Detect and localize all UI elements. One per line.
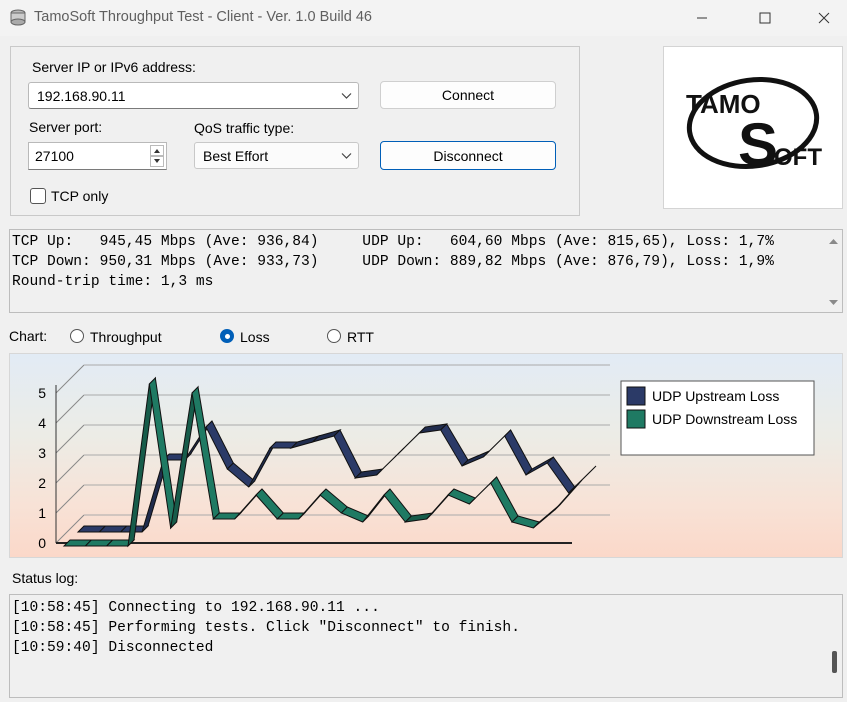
rtt-radio[interactable] <box>327 329 341 343</box>
maximize-icon <box>759 12 771 24</box>
log-line-2: [10:58:45] Performing tests. Click "Disc… <box>12 620 520 636</box>
server-address-value: 192.168.90.11 <box>37 87 126 104</box>
scroll-up-icon[interactable] <box>829 239 838 244</box>
chevron-down-icon[interactable] <box>341 92 352 99</box>
throughput-radio[interactable] <box>70 329 84 343</box>
legend-entry: UDP Upstream Loss <box>652 388 779 404</box>
maximize-button[interactable] <box>736 0 794 36</box>
results-line-2: TCP Down: 950,31 Mbps (Ave: 933,73) UDP … <box>12 254 774 270</box>
legend-swatch <box>626 409 646 429</box>
series-0-segment <box>333 429 362 479</box>
series-1-segment <box>191 385 220 521</box>
tcp-only-checkbox[interactable] <box>30 188 46 204</box>
grid-diagonal <box>55 394 85 424</box>
server-port-input[interactable]: 27100 <box>28 142 167 170</box>
chevron-down-icon[interactable] <box>341 152 352 159</box>
grid-diagonal <box>55 484 85 514</box>
port-spinner[interactable] <box>150 145 164 167</box>
tcp-only-label: TCP only <box>51 188 109 204</box>
server-address-label: Server IP or IPv6 address: <box>32 59 196 75</box>
minimize-button[interactable] <box>673 0 731 36</box>
status-log-label: Status log: <box>12 570 79 586</box>
series-1-segment <box>319 488 349 514</box>
series-1-segment <box>383 488 413 523</box>
throughput-radio-label[interactable]: Throughput <box>90 329 162 345</box>
app-icon <box>10 9 26 27</box>
y-tick-label: 0 <box>38 535 46 551</box>
server-address-combobox[interactable]: 192.168.90.11 <box>28 82 359 109</box>
logo-text-oft: OFT <box>774 144 822 171</box>
qos-value: Best Effort <box>203 147 269 164</box>
loss-radio-label[interactable]: Loss <box>240 329 270 345</box>
chart-label: Chart: <box>9 328 48 344</box>
tamosoft-logo: TAMO S OFT <box>663 46 843 209</box>
y-tick-label: 2 <box>38 475 46 491</box>
series-0-segment <box>248 441 277 488</box>
qos-combobox[interactable]: Best Effort <box>194 142 359 169</box>
log-line-1: [10:58:45] Connecting to 192.168.90.11 .… <box>12 600 380 616</box>
status-log-box[interactable]: [10:58:45] Connecting to 192.168.90.11 .… <box>9 594 843 698</box>
connect-button[interactable]: Connect <box>380 81 556 109</box>
server-port-value: 27100 <box>35 148 74 164</box>
loss-radio[interactable] <box>220 329 234 343</box>
results-scrollbar[interactable] <box>825 230 842 312</box>
series-0-segment <box>546 456 576 494</box>
results-line-3: Round-trip time: 1,3 ms <box>12 274 214 290</box>
qos-label: QoS traffic type: <box>194 120 295 136</box>
log-line-3: [10:59:40] Disconnected <box>12 640 214 656</box>
grid-diagonal <box>55 514 85 544</box>
logo-text-s: S <box>738 111 778 178</box>
loss-chart-svg: 0 1 2 3 4 5 UDP Upstream Loss UDP Downstream Lo… <box>38 364 815 551</box>
loss-chart: 0 1 2 3 4 5 UDP Upstream Loss UDP Downstream Lo… <box>9 353 843 558</box>
legend-entry: UDP Downstream Loss <box>652 411 797 427</box>
y-tick-label: 3 <box>38 445 46 461</box>
y-tick-label: 5 <box>38 385 46 401</box>
grid-diagonal <box>55 424 85 454</box>
spinner-arrows-icon[interactable] <box>150 145 164 167</box>
y-tick-label: 4 <box>38 415 46 431</box>
series-1-segment <box>127 376 157 548</box>
legend-swatch <box>626 386 646 406</box>
grid-diagonal <box>55 454 85 484</box>
disconnect-button[interactable]: Disconnect <box>380 141 556 170</box>
title-bar[interactable]: TamoSoft Throughput Test - Client - Ver.… <box>0 0 847 36</box>
series-0-segment <box>504 429 533 476</box>
minimize-icon <box>697 17 707 19</box>
scroll-down-icon[interactable] <box>829 300 838 305</box>
server-port-label: Server port: <box>29 119 103 135</box>
close-icon <box>818 12 830 24</box>
results-line-1: TCP Up: 945,45 Mbps (Ave: 936,84) UDP Up… <box>12 234 774 250</box>
rtt-radio-label[interactable]: RTT <box>347 329 374 345</box>
window-title: TamoSoft Throughput Test - Client - Ver.… <box>34 9 372 25</box>
grid-diagonal <box>55 364 85 394</box>
close-button[interactable] <box>795 0 847 36</box>
log-scrollbar-thumb[interactable] <box>832 651 837 673</box>
results-box[interactable]: TCP Up: 945,45 Mbps (Ave: 936,84) UDP Up… <box>9 229 843 313</box>
y-tick-label: 1 <box>38 505 46 521</box>
series-0-segment <box>440 423 469 467</box>
